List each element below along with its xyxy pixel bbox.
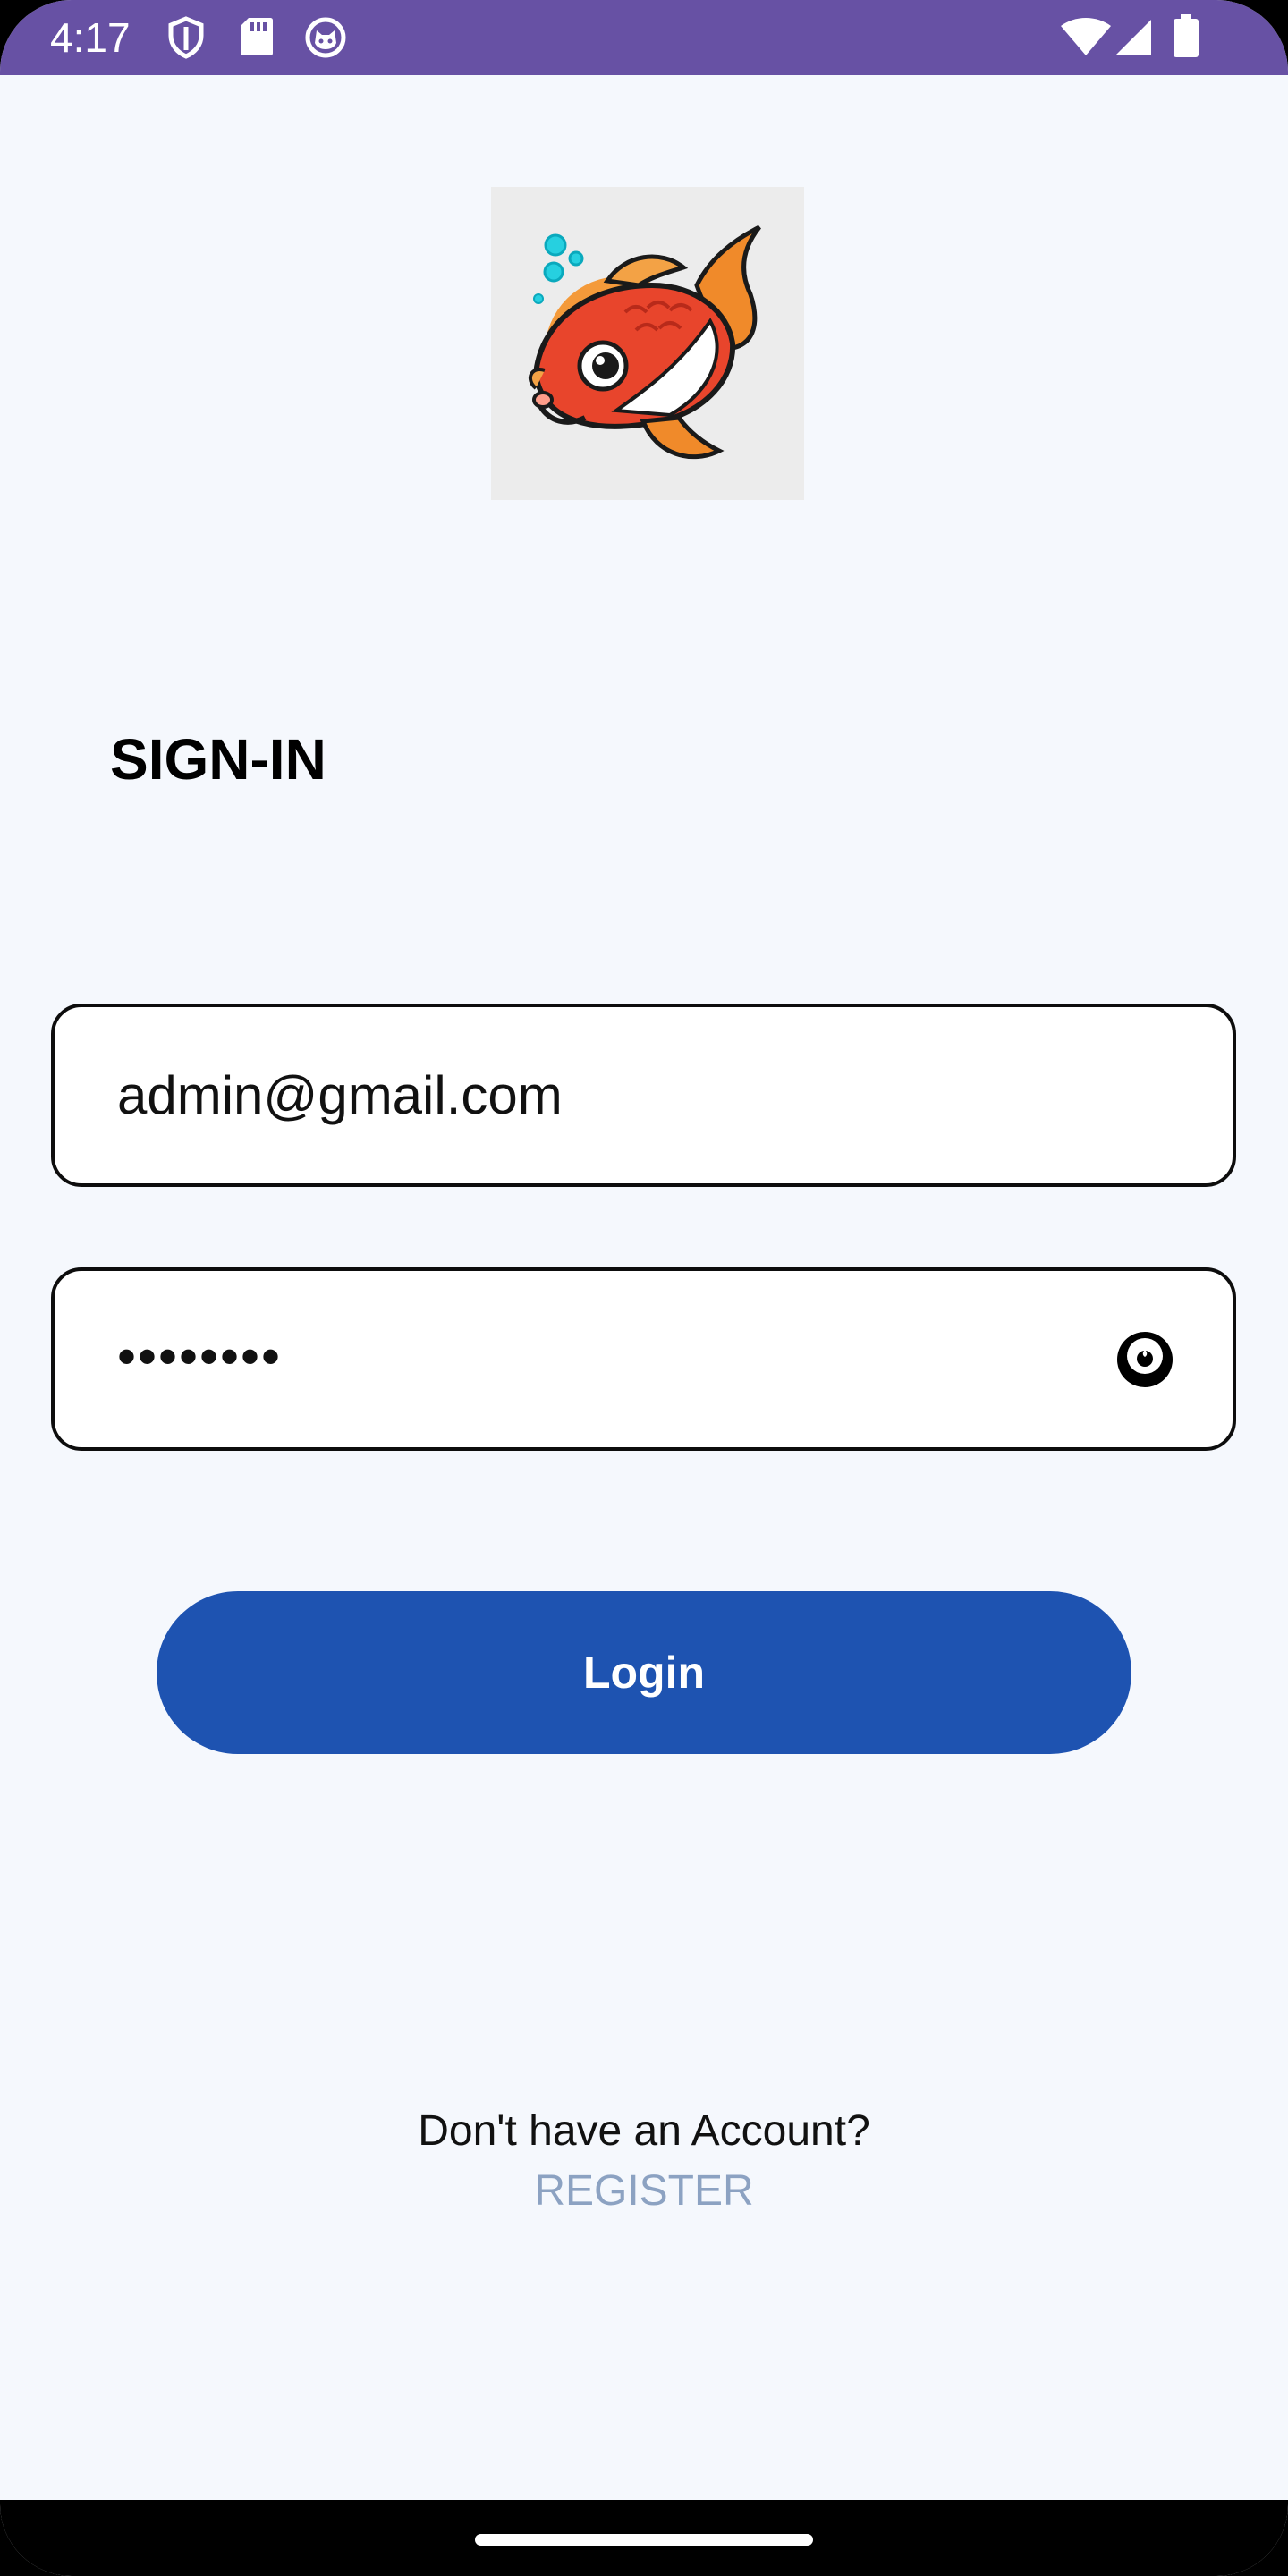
status-bar: 4:17 bbox=[0, 0, 1288, 75]
no-account-prompt: Don't have an Account? bbox=[418, 2107, 870, 2155]
sd-card-icon bbox=[241, 18, 273, 55]
shield-icon bbox=[168, 16, 204, 59]
screen: 4:17 SIGN-IN admin@gmail.com •••••••• Lo… bbox=[0, 0, 1288, 2576]
wifi-icon bbox=[1061, 18, 1111, 55]
password-field[interactable]: •••••••• bbox=[51, 1267, 1236, 1451]
email-field[interactable]: admin@gmail.com bbox=[51, 1004, 1236, 1187]
battery-icon bbox=[1174, 14, 1199, 57]
cat-face-icon bbox=[305, 17, 346, 58]
status-time: 4:17 bbox=[50, 14, 131, 61]
email-value: admin@gmail.com bbox=[117, 1065, 563, 1125]
login-button[interactable]: Login bbox=[157, 1591, 1131, 1754]
eye-icon[interactable] bbox=[1106, 1321, 1183, 1398]
home-indicator[interactable] bbox=[475, 2534, 813, 2546]
cellular-signal-icon bbox=[1115, 20, 1151, 55]
page-title: SIGN-IN bbox=[110, 727, 326, 792]
register-link[interactable]: REGISTER bbox=[0, 2166, 1288, 2216]
koi-fish-logo bbox=[528, 225, 761, 460]
app-logo bbox=[491, 187, 804, 500]
password-value: •••••••• bbox=[117, 1326, 283, 1386]
